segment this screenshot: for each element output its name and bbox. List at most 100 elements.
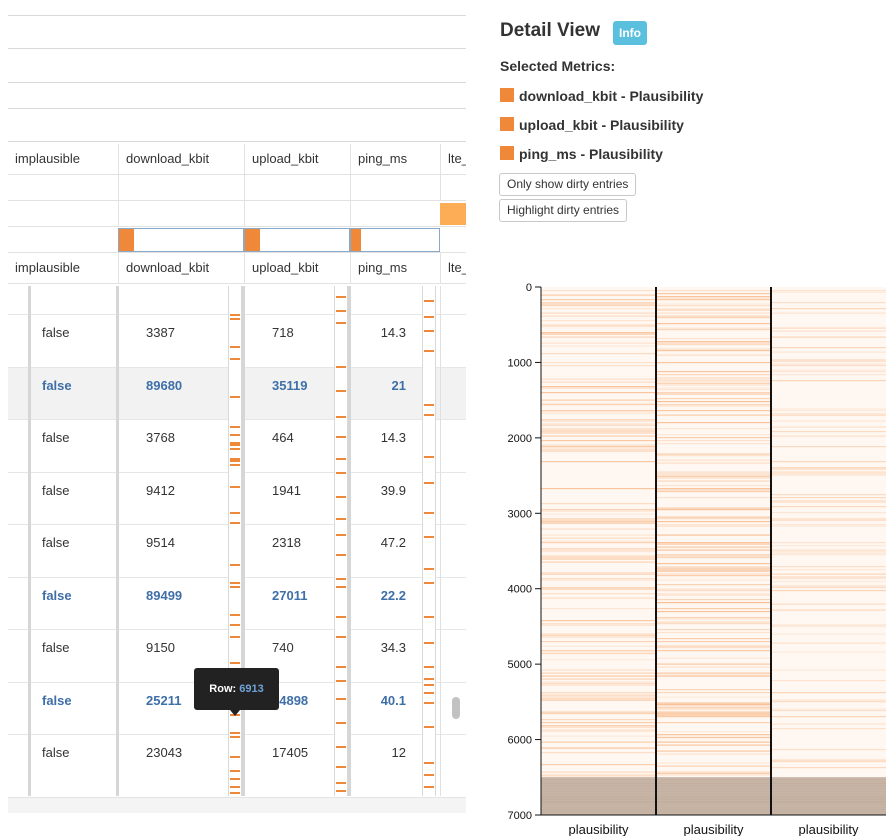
heatmap-stripe [541,692,656,694]
heatmap-stripe [656,380,771,382]
column-header-upload-kbit[interactable]: upload_kbit [244,253,350,283]
heatmap-stripe [656,734,771,736]
heatmap-shaded-stripe [541,793,886,795]
heatmap-stripe [656,555,771,557]
heatmap-stripe [541,573,656,575]
quality-tick [336,366,346,368]
info-badge[interactable]: Info [613,21,647,45]
cell-download-kbit: 89680 [146,377,183,393]
only-show-dirty-button[interactable]: Only show dirty entries [499,173,637,196]
heatmap-stripe [656,309,771,311]
heatmap-stripe [541,672,656,674]
heatmap-stripe [541,572,656,574]
heatmap-stripe [771,327,886,329]
heatmap-stripe [656,705,771,707]
heatmap-shaded-stripe [541,785,886,787]
column-header-upload-kbit[interactable]: upload_kbit [244,144,350,174]
heatmap-stripe [771,551,886,553]
cell-implausible: false [42,640,70,655]
heatmap-stripe [771,728,886,730]
download-quality-bar[interactable] [118,228,244,252]
cell-upload-kbit: 2318 [272,535,301,550]
column-header-download-kbit[interactable]: download_kbit [118,144,244,174]
cell-upload-kbit: 17405 [272,745,309,760]
heatmap-stripe [541,635,656,637]
heatmap-stripe [656,584,771,586]
quality-tick [424,702,434,704]
heatmap-stripe [541,324,656,326]
heatmap-stripe [771,518,886,520]
y-tick-label: 1000 [508,357,532,369]
heatmap-stripe [656,491,771,493]
upload-quality-strip[interactable] [334,286,348,796]
heatmap-stripe [541,510,656,512]
heatmap-stripe [656,731,771,733]
quality-tick [230,358,240,360]
heatmap-stripe [771,308,886,310]
column-header-download-kbit[interactable]: download_kbit [118,253,244,283]
heatmap-stripe [656,497,771,499]
download-quality-strip[interactable] [228,286,242,796]
quality-tick [424,316,434,318]
quality-tick [336,636,346,638]
quality-tick [336,666,346,668]
heatmap-stripe [541,428,656,430]
heatmap-stripe [541,731,656,733]
heatmap-stripe [656,507,771,509]
heatmap-stripe [541,410,656,412]
heatmap-stripe [656,315,771,317]
heatmap-stripe [771,365,886,367]
column-header-implausible[interactable]: implausible [8,253,118,283]
heatmap-stripe [656,480,771,482]
quality-tick [230,770,240,772]
highlight-dirty-button[interactable]: Highlight dirty entries [499,199,628,222]
heatmap-stripe [541,299,656,301]
ping-quality-bar[interactable] [350,228,440,252]
heatmap-stripe [541,378,656,380]
column-header-implausible[interactable]: implausible [8,144,118,174]
heatmap-stripe [771,474,886,476]
heatmap-stripe [771,710,886,712]
column-header-ping-ms[interactable]: ping_ms [350,144,440,174]
heatmap-stripe [656,666,771,668]
heatmap-stripe [771,642,886,644]
heatmap-stripe [541,294,656,296]
upload-quality-bar[interactable] [244,228,350,252]
heatmap-stripe [771,291,886,293]
heatmap-stripe [541,725,656,727]
heatmap-stripe [771,519,886,521]
heatmap-stripe [656,663,771,665]
ping-quality-strip[interactable] [422,286,436,796]
vertical-scrollbar-thumb[interactable] [452,697,460,719]
cell-implausible: false [42,745,70,760]
heatmap-stripe [771,312,886,314]
heatmap-shaded-stripe [541,777,886,779]
quality-tick [336,586,346,588]
cell-implausible: false [42,692,72,708]
heatmap-stripe [656,672,771,674]
heatmap-stripe [771,542,886,544]
heatmap-stripe [541,353,656,355]
heatmap-stripe [656,554,771,556]
quality-tick [230,486,240,488]
heatmap-stripe [541,620,656,622]
heatmap-stripe [656,404,771,406]
metric-color-swatch [500,117,514,131]
quality-tick [424,762,434,764]
column-header-lte[interactable]: lte_ [440,144,466,174]
heatmap-stripe [656,599,771,601]
heatmap-stripe [656,383,771,385]
heatmap-stripe [541,425,656,427]
heatmap-stripe [541,402,656,404]
heatmap-stripe [771,723,886,725]
y-tick-label: 6000 [508,735,532,747]
plausibility-heatmap[interactable]: 0 1000 2000 3000 4000 5000 6000 7000 plausibilit… [466,270,886,836]
divider [8,15,466,16]
column-header-ping-ms[interactable]: ping_ms [350,253,440,283]
heatmap-stripe [656,762,771,764]
heatmap-stripe [541,444,656,446]
metric-color-swatch [500,88,514,102]
column-header-lte[interactable]: lte_ [440,253,466,283]
horizontal-scrollbar[interactable] [8,797,466,813]
heatmap-stripe [771,494,886,496]
